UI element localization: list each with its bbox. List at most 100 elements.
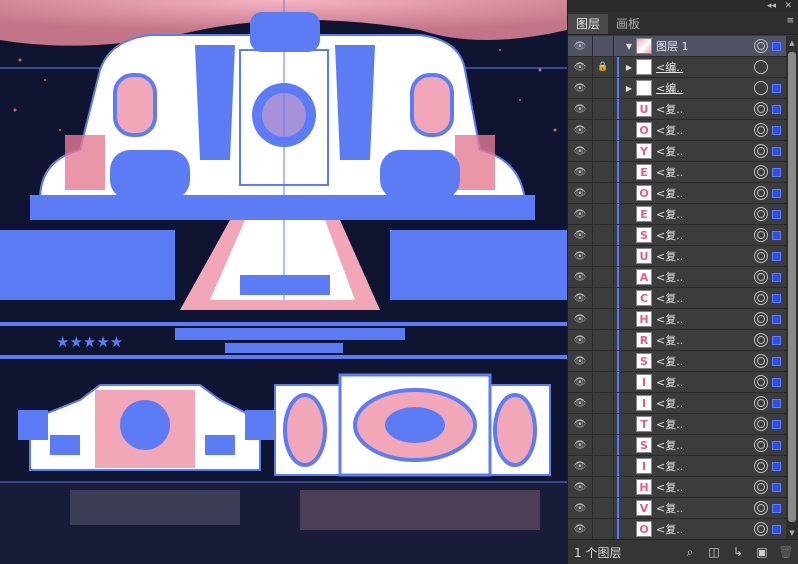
target-circle-icon[interactable]: [754, 396, 768, 410]
selection-indicator[interactable]: [772, 83, 781, 93]
selection-indicator[interactable]: [772, 63, 781, 72]
lock-toggle[interactable]: [593, 372, 614, 392]
layer-row[interactable]: 👁 S <复..: [568, 351, 787, 372]
target-circle-icon[interactable]: [754, 60, 768, 74]
layer-name[interactable]: <复..: [656, 374, 754, 390]
selection-indicator[interactable]: [772, 146, 781, 156]
layer-row[interactable]: 👁 R <复..: [568, 330, 787, 351]
layer-row[interactable]: 👁 I <复..: [568, 456, 787, 477]
target-circle-icon[interactable]: [754, 312, 768, 326]
lock-toggle[interactable]: [593, 78, 614, 98]
selection-indicator[interactable]: [772, 398, 781, 408]
layer-name[interactable]: <复..: [656, 122, 754, 138]
layer-name[interactable]: <复..: [656, 416, 754, 432]
layer-row[interactable]: 👁 E <复..: [568, 162, 787, 183]
close-panel-icon[interactable]: ✕: [784, 0, 792, 12]
layer-name[interactable]: <编..: [656, 80, 754, 96]
visibility-eye-icon[interactable]: 👁: [568, 225, 593, 245]
visibility-eye-icon[interactable]: 👁: [568, 57, 593, 77]
new-layer-icon[interactable]: ▣: [750, 545, 774, 559]
lock-toggle[interactable]: [593, 267, 614, 287]
scroll-up-icon[interactable]: ▲: [786, 38, 798, 48]
target-circle-icon[interactable]: [754, 270, 768, 284]
layer-name[interactable]: <编..: [656, 59, 754, 75]
scroll-down-icon[interactable]: ▼: [786, 528, 798, 538]
selection-indicator[interactable]: [772, 41, 781, 51]
lock-toggle[interactable]: [593, 288, 614, 308]
layer-name[interactable]: <复..: [656, 521, 754, 537]
lock-toggle[interactable]: [593, 225, 614, 245]
scrollbar-thumb[interactable]: [788, 52, 796, 522]
layer-row[interactable]: 👁 U <复..: [568, 99, 787, 120]
layer-row[interactable]: 👁 S <复..: [568, 435, 787, 456]
lock-toggle[interactable]: [593, 477, 614, 497]
visibility-eye-icon[interactable]: 👁: [568, 372, 593, 392]
target-circle-icon[interactable]: [754, 501, 768, 515]
layer-row[interactable]: 👁 E <复..: [568, 204, 787, 225]
mini-stage-right[interactable]: [274, 373, 551, 477]
layer-row[interactable]: 👁 O <复..: [568, 183, 787, 204]
visibility-eye-icon[interactable]: 👁: [568, 267, 593, 287]
lock-toggle[interactable]: [593, 351, 614, 371]
target-circle-icon[interactable]: [754, 480, 768, 494]
layer-name[interactable]: <复..: [656, 311, 754, 327]
lock-toggle[interactable]: [593, 120, 614, 140]
visibility-eye-icon[interactable]: 👁: [568, 393, 593, 413]
layer-name[interactable]: <复..: [656, 290, 754, 306]
visibility-eye-icon[interactable]: 👁: [568, 414, 593, 434]
visibility-eye-icon[interactable]: 👁: [568, 435, 593, 455]
layer-name[interactable]: <复..: [656, 143, 754, 159]
visibility-eye-icon[interactable]: 👁: [568, 477, 593, 497]
search-icon[interactable]: ⌕: [678, 545, 702, 560]
visibility-eye-icon[interactable]: 👁: [568, 78, 593, 98]
visibility-eye-icon[interactable]: 👁: [568, 288, 593, 308]
layer-name[interactable]: <复..: [656, 500, 754, 516]
disclosure-triangle-icon[interactable]: ▼: [622, 42, 636, 51]
layer-name[interactable]: <复..: [656, 437, 754, 453]
target-circle-icon[interactable]: [754, 123, 768, 137]
selection-indicator[interactable]: [772, 335, 781, 345]
layer-row[interactable]: 👁 O <复..: [568, 519, 787, 540]
target-circle-icon[interactable]: [754, 102, 768, 116]
target-circle-icon[interactable]: [754, 249, 768, 263]
target-circle-icon[interactable]: [754, 144, 768, 158]
layer-row[interactable]: 👁 H <复..: [568, 309, 787, 330]
selection-indicator[interactable]: [772, 314, 781, 324]
layer-row[interactable]: 👁 O <复..: [568, 120, 787, 141]
layer-name[interactable]: <复..: [656, 332, 754, 348]
target-circle-icon[interactable]: [754, 39, 768, 53]
lock-toggle[interactable]: [593, 414, 614, 434]
layer-row[interactable]: 👁 H <复..: [568, 477, 787, 498]
selection-indicator[interactable]: [772, 167, 781, 177]
selection-indicator[interactable]: [772, 293, 781, 303]
lock-toggle[interactable]: [593, 99, 614, 119]
lock-toggle[interactable]: [593, 330, 614, 350]
target-circle-icon[interactable]: [754, 291, 768, 305]
lock-toggle[interactable]: [593, 246, 614, 266]
target-circle-icon[interactable]: [754, 81, 768, 95]
selection-indicator[interactable]: [772, 377, 781, 387]
lock-icon[interactable]: 🔒: [593, 57, 614, 77]
layer-name[interactable]: <复..: [656, 458, 754, 474]
selection-indicator[interactable]: [772, 209, 781, 219]
layer-name[interactable]: <复..: [656, 164, 754, 180]
layer-row[interactable]: 👁 Y <复..: [568, 141, 787, 162]
target-circle-icon[interactable]: [754, 438, 768, 452]
lock-toggle[interactable]: [593, 456, 614, 476]
layer-row[interactable]: 👁 I <复..: [568, 372, 787, 393]
collapse-panel-icon[interactable]: ◂◂: [767, 0, 776, 12]
visibility-eye-icon[interactable]: 👁: [568, 519, 593, 539]
visibility-eye-icon[interactable]: 👁: [568, 330, 593, 350]
target-circle-icon[interactable]: [754, 207, 768, 221]
layer-name[interactable]: <复..: [656, 248, 754, 264]
disclosure-triangle-icon[interactable]: ▶: [622, 84, 636, 93]
layer-name[interactable]: <复..: [656, 395, 754, 411]
tab-layers[interactable]: 图层: [568, 14, 609, 34]
visibility-eye-icon[interactable]: 👁: [568, 456, 593, 476]
layer-row[interactable]: 👁 T <复..: [568, 414, 787, 435]
layer-row[interactable]: 👁 I <复..: [568, 393, 787, 414]
layer-name[interactable]: <复..: [656, 479, 754, 495]
layer-name[interactable]: <复..: [656, 101, 754, 117]
tab-artboards[interactable]: 画板: [608, 14, 648, 34]
target-circle-icon[interactable]: [754, 333, 768, 347]
